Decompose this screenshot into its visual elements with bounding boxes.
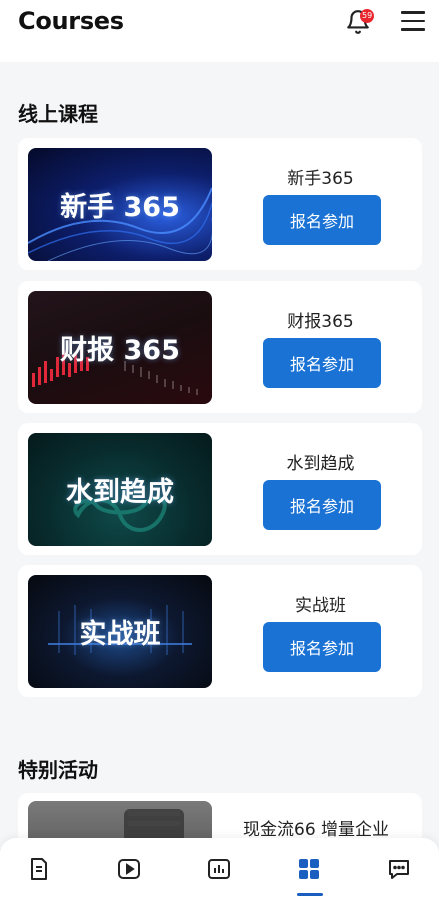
enroll-button[interactable]: 报名参加: [263, 338, 381, 388]
section-title-special-events: 特别活动: [18, 758, 98, 782]
bottom-tab-bar: [0, 838, 439, 900]
thumbnail-caption: 实战班: [79, 619, 161, 650]
course-thumbnail[interactable]: 实战班: [28, 575, 212, 688]
play-icon: [118, 859, 140, 879]
event-thumbnail[interactable]: [28, 801, 212, 843]
course-name: 实战班: [295, 596, 346, 616]
thumbnail-caption: 新手 365: [60, 192, 180, 223]
tab-videos[interactable]: [112, 852, 146, 886]
active-tab-indicator: [297, 893, 323, 896]
course-card[interactable]: 实战班 实战班 报名参加: [18, 565, 422, 697]
thumbnail-caption: 财报 365: [60, 335, 180, 366]
enroll-button[interactable]: 报名参加: [263, 480, 381, 530]
tab-courses[interactable]: [292, 852, 326, 886]
enroll-button[interactable]: 报名参加: [263, 195, 381, 245]
tab-charts[interactable]: [202, 852, 236, 886]
event-card[interactable]: 现金流66 增量企业: [18, 793, 422, 843]
tab-messages[interactable]: [382, 852, 416, 886]
course-name: 水到趋成: [286, 454, 355, 474]
course-thumbnail[interactable]: 新手 365: [28, 148, 212, 261]
enroll-button[interactable]: 报名参加: [263, 622, 381, 672]
chart-icon: [208, 859, 230, 879]
section-title-online-courses: 线上课程: [18, 102, 98, 126]
course-name: 财报365: [287, 312, 354, 332]
course-card[interactable]: 财报 365 财报365 报名参加: [18, 281, 422, 413]
coin-stack-decoration: [124, 809, 184, 843]
event-name: 现金流66 增量企业: [243, 820, 390, 840]
hamburger-menu-icon[interactable]: [401, 11, 425, 33]
tab-documents[interactable]: [22, 852, 56, 886]
course-card[interactable]: 水到趋成 水到趋成 报名参加: [18, 423, 422, 555]
document-icon: [31, 858, 47, 880]
course-name: 新手365: [287, 169, 354, 189]
page-title: Courses: [18, 7, 124, 35]
chat-icon: [389, 860, 409, 879]
course-card[interactable]: 新手 365 新手365 报名参加: [18, 138, 422, 270]
course-thumbnail[interactable]: 财报 365: [28, 291, 212, 404]
course-thumbnail[interactable]: 水到趋成: [28, 433, 212, 546]
grid-icon: [299, 859, 319, 879]
app-header: Courses 59: [0, 0, 439, 62]
notification-badge: 59: [360, 9, 375, 23]
thumbnail-caption: 水到趋成: [66, 477, 174, 508]
